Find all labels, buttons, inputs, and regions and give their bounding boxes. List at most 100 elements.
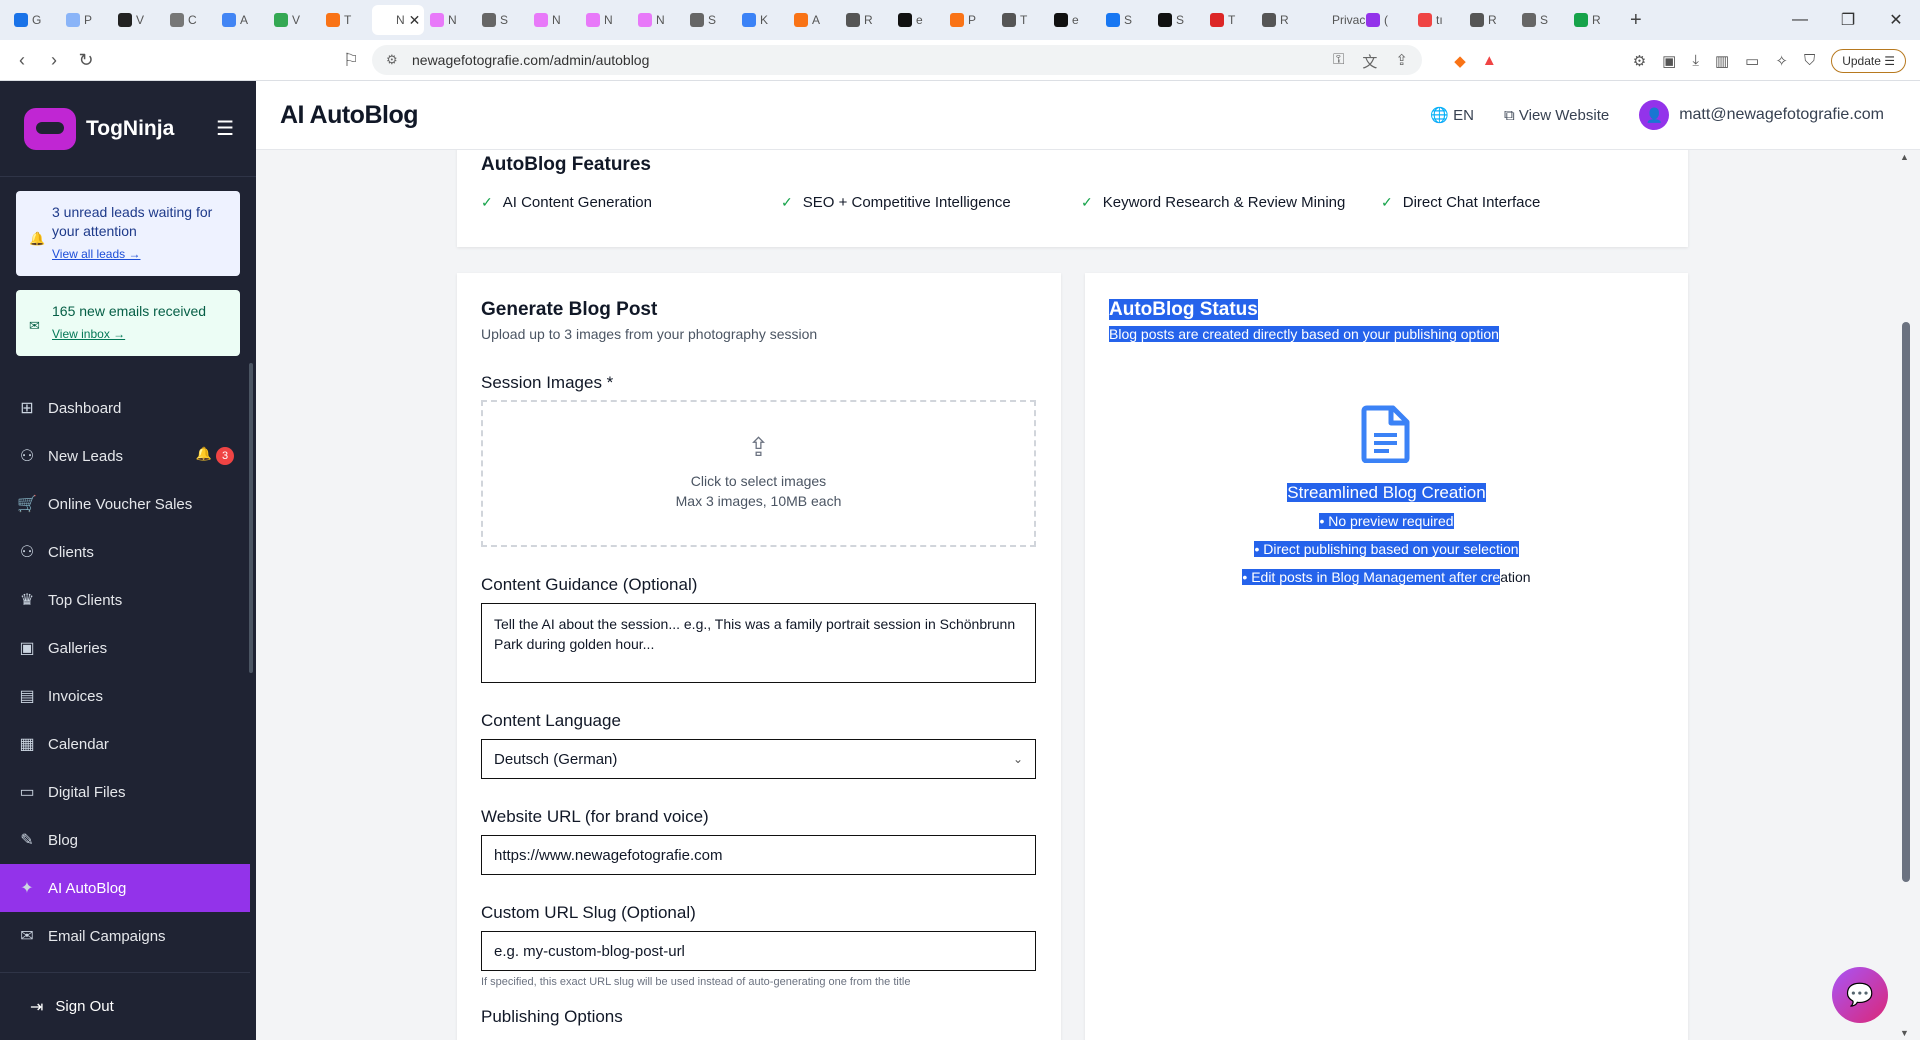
tab-label: A	[812, 13, 821, 27]
view-website-link[interactable]: ⧉ View Website	[1504, 107, 1609, 124]
browser-tab[interactable]: S	[1152, 5, 1204, 35]
status-line2: • Direct publishing based on your select…	[1085, 541, 1688, 557]
vpn-icon[interactable]: ⛉	[1804, 52, 1815, 69]
language-switcher[interactable]: 🌐 EN	[1430, 106, 1474, 124]
browser-tab[interactable]: V	[268, 5, 320, 35]
website-url-input[interactable]: https://www.newagefotografie.com	[481, 835, 1036, 875]
content-guidance-textarea[interactable]: Tell the AI about the session... e.g., T…	[481, 603, 1036, 683]
browser-tab[interactable]: S	[1516, 5, 1568, 35]
browser-tab[interactable]: S	[684, 5, 736, 35]
browser-tab[interactable]: e	[1048, 5, 1100, 35]
sidebar-item-online-voucher-sales[interactable]: 🛒 Online Voucher Sales	[0, 480, 256, 528]
minimize-icon[interactable]: —	[1776, 0, 1824, 40]
browser-tab[interactable]: C	[164, 5, 216, 35]
sidebar-item-galleries[interactable]: ▣ Galleries	[0, 624, 256, 672]
browser-tab[interactable]: R	[1464, 5, 1516, 35]
url-bar[interactable]: ⚙ newagefotografie.com/admin/autoblog ⚿ …	[372, 45, 1422, 75]
browser-tab[interactable]: P	[60, 5, 112, 35]
sidebar-item-new-leads[interactable]: ⚇ New Leads 🔔 3	[0, 432, 256, 480]
close-tab-icon[interactable]: ✕	[409, 12, 421, 29]
sidebar-item-digital-files[interactable]: ▭ Digital Files	[0, 768, 256, 816]
browser-tab[interactable]: A	[788, 5, 840, 35]
tab-strip: G P V C A V T N ✕ N S N N N S K A Re P Te S S T R Privac(tı R S R	[8, 5, 1620, 35]
browser-tab[interactable]: N ✕	[372, 5, 424, 35]
sidebar-scrollbar[interactable]	[249, 363, 253, 673]
browser-tab[interactable]: N	[580, 5, 632, 35]
browser-tab[interactable]: P	[944, 5, 996, 35]
image-dropzone[interactable]: ⇪ Click to select images Max 3 images, 1…	[481, 400, 1036, 547]
browser-tab[interactable]: Privac	[1308, 5, 1365, 35]
browser-tab[interactable]: N	[424, 5, 476, 35]
browser-tab[interactable]: S	[476, 5, 528, 35]
browser-tab[interactable]: (	[1360, 5, 1412, 35]
scrollbar-thumb[interactable]	[1902, 322, 1910, 882]
browser-tab[interactable]: T	[996, 5, 1048, 35]
upload-icon: ⇪	[747, 432, 770, 462]
key-icon[interactable]: ⚿	[1333, 51, 1344, 72]
sidebar-item-top-clients[interactable]: ♛ Top Clients	[0, 576, 256, 624]
close-window-icon[interactable]: ✕	[1872, 0, 1920, 40]
browser-tab[interactable]: N	[528, 5, 580, 35]
download-icon[interactable]: ⤓	[1692, 52, 1699, 69]
reload-icon[interactable]: ↻	[70, 44, 102, 76]
browser-tab[interactable]: A	[216, 5, 268, 35]
page-scrollbar[interactable]: ▲ ▼	[1892, 150, 1920, 1040]
sidebar-item-ai-autoblog[interactable]: ✦ AI AutoBlog	[0, 864, 250, 912]
browser-tab[interactable]: R	[1256, 5, 1308, 35]
bookmark-icon[interactable]: ⚐	[335, 44, 367, 76]
restore-icon[interactable]: ❐	[1824, 0, 1872, 40]
site-info-icon[interactable]: ⚙	[386, 52, 398, 68]
custom-slug-input[interactable]: e.g. my-custom-blog-post-url	[481, 931, 1036, 971]
view-inbox-link[interactable]: View inbox →	[52, 325, 226, 344]
tab-label: P	[968, 13, 977, 27]
browser-tab[interactable]: G	[8, 5, 60, 35]
sidebar-item-clients[interactable]: ⚇ Clients	[0, 528, 256, 576]
chat-button[interactable]: 💬	[1832, 967, 1888, 1023]
browser-tab[interactable]: K	[736, 5, 788, 35]
browser-tab[interactable]: tı	[1412, 5, 1464, 35]
sidebar-item-calendar[interactable]: ▦ Calendar	[0, 720, 256, 768]
tab-label: S	[1176, 13, 1185, 27]
tab-favicon-icon	[1002, 13, 1016, 27]
content-language-select[interactable]: Deutsch (German) ⌄	[481, 739, 1036, 779]
translate-icon[interactable]: 文	[1362, 51, 1377, 72]
sidebar-item-invoices[interactable]: ▤ Invoices	[0, 672, 256, 720]
tab-search-icon[interactable]: ▣	[1662, 52, 1676, 70]
sidebar-item-email-campaigns[interactable]: ✉ Email Campaigns	[0, 912, 256, 960]
share-icon[interactable]: ⇪	[1395, 51, 1408, 72]
tab-label: V	[292, 13, 301, 27]
tab-favicon-icon	[1470, 13, 1484, 27]
tab-favicon-icon	[14, 13, 28, 27]
tab-label: T	[1020, 13, 1028, 27]
browser-tab[interactable]: V	[112, 5, 164, 35]
scroll-down-icon[interactable]: ▼	[1900, 1028, 1909, 1038]
browser-tab[interactable]: e	[892, 5, 944, 35]
extensions-area: ◆ ▲ ⚙ ▣ ⤓ ▥ ▭ ✧ ⛉ Update ☰	[1454, 40, 1920, 81]
update-button[interactable]: Update ☰	[1831, 48, 1906, 73]
browser-tab[interactable]: S	[1100, 5, 1152, 35]
browser-tab[interactable]: R	[1568, 5, 1620, 35]
brave-rewards-icon[interactable]: ▲	[1482, 52, 1497, 69]
forward-icon[interactable]: ›	[38, 44, 70, 76]
wallet-icon[interactable]: ▭	[1745, 52, 1759, 70]
extensions-icon[interactable]: ⚙	[1633, 52, 1646, 70]
browser-tab[interactable]: N	[632, 5, 684, 35]
tab-label: V	[136, 13, 145, 27]
new-tab-icon[interactable]: +	[1630, 9, 1642, 32]
browser-tab[interactable]: T	[320, 5, 372, 35]
scroll-up-icon[interactable]: ▲	[1900, 152, 1909, 162]
sidebar-item-dashboard[interactable]: ⊞ Dashboard	[0, 384, 256, 432]
brave-shield-icon[interactable]: ◆	[1454, 52, 1466, 70]
leo-icon[interactable]: ✧	[1775, 52, 1788, 70]
hamburger-menu-icon[interactable]: ☰	[216, 116, 234, 141]
sign-out-button[interactable]: ⇥ Sign Out	[0, 972, 250, 1040]
tab-favicon-icon	[586, 13, 600, 27]
browser-tab[interactable]: R	[840, 5, 892, 35]
features-title: AutoBlog Features	[481, 154, 651, 175]
user-menu[interactable]: 👤 matt@newagefotografie.com	[1639, 100, 1884, 130]
sidebar-toggle-icon[interactable]: ▥	[1715, 52, 1729, 70]
view-all-leads-link[interactable]: View all leads →	[52, 245, 226, 264]
browser-tab[interactable]: T	[1204, 5, 1256, 35]
back-icon[interactable]: ‹	[6, 44, 38, 76]
sidebar-item-blog[interactable]: ✎ Blog	[0, 816, 256, 864]
